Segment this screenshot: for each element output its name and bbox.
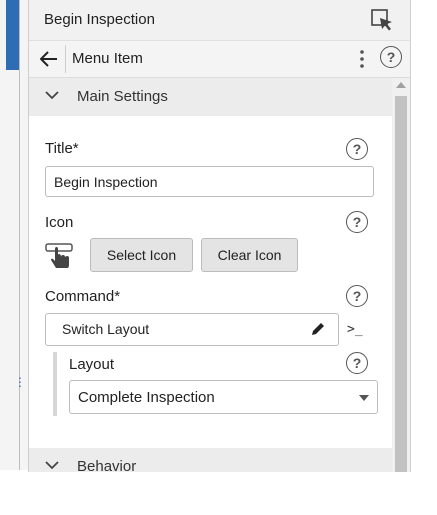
pointer-select-icon[interactable]: [370, 8, 394, 32]
pencil-icon[interactable]: [310, 321, 326, 337]
hand-pointer-icon: [45, 243, 73, 268]
help-glyph: ?: [352, 214, 362, 230]
behavior-label: Behavior: [77, 458, 137, 472]
panel-title-bar: Begin Inspection: [29, 0, 410, 41]
vertical-scrollbar[interactable]: [392, 78, 410, 472]
chevron-down-icon: [45, 91, 59, 100]
scroll-thumb[interactable]: [395, 96, 407, 472]
layout-help-icon[interactable]: ?: [346, 352, 368, 374]
nav-help-icon[interactable]: ?: [380, 46, 402, 68]
main-settings-header[interactable]: Main Settings: [29, 78, 392, 116]
panel-title: Begin Inspection: [44, 11, 155, 28]
title-label: Title*: [45, 140, 79, 157]
scroll-up-arrow-icon[interactable]: [396, 82, 406, 88]
nav-bar: Menu Item ?: [29, 41, 410, 78]
behavior-header[interactable]: Behavior: [29, 448, 392, 472]
layout-value: Complete Inspection: [78, 389, 215, 406]
clear-icon-button[interactable]: Clear Icon: [201, 238, 298, 272]
help-glyph: ?: [352, 141, 362, 157]
back-button[interactable]: [35, 45, 63, 73]
more-options-button[interactable]: [354, 45, 370, 73]
app-accent-bar: [6, 0, 20, 70]
title-input[interactable]: [45, 166, 374, 197]
strip-divider: [19, 0, 20, 470]
icon-help-icon[interactable]: ?: [346, 211, 368, 233]
nav-divider: [65, 45, 66, 73]
select-icon-button[interactable]: Select Icon: [90, 238, 193, 272]
layout-select[interactable]: Complete Inspection: [69, 380, 378, 414]
command-value: Switch Layout: [62, 321, 150, 337]
settings-scroll-area[interactable]: Main Settings Title* ? Icon ? Select Ico…: [29, 78, 392, 472]
icon-label: Icon: [45, 214, 74, 231]
terminal-icon[interactable]: >_: [347, 322, 363, 337]
app-left-strip: ⋮: [0, 0, 28, 470]
resize-grip-icon[interactable]: ⋮: [14, 376, 26, 388]
dropdown-arrow-icon: [359, 395, 369, 401]
nav-title: Menu Item: [72, 50, 143, 67]
layout-label: Layout: [69, 356, 115, 373]
command-label: Command*: [45, 288, 121, 305]
chevron-down-icon: [45, 461, 59, 470]
command-field[interactable]: Switch Layout: [45, 313, 339, 346]
main-settings-label: Main Settings: [77, 88, 168, 105]
title-help-icon[interactable]: ?: [346, 138, 368, 160]
help-glyph: ?: [352, 288, 362, 304]
help-glyph: ?: [386, 49, 396, 65]
kebab-icon: [360, 50, 364, 68]
help-glyph: ?: [352, 355, 362, 371]
configuration-panel: Begin Inspection Menu Item ? Main Settin…: [28, 0, 411, 472]
arrow-left-icon: [40, 51, 57, 67]
layout-subgroup: Layout Complete Inspection: [53, 352, 378, 416]
command-help-icon[interactable]: ?: [346, 285, 368, 307]
